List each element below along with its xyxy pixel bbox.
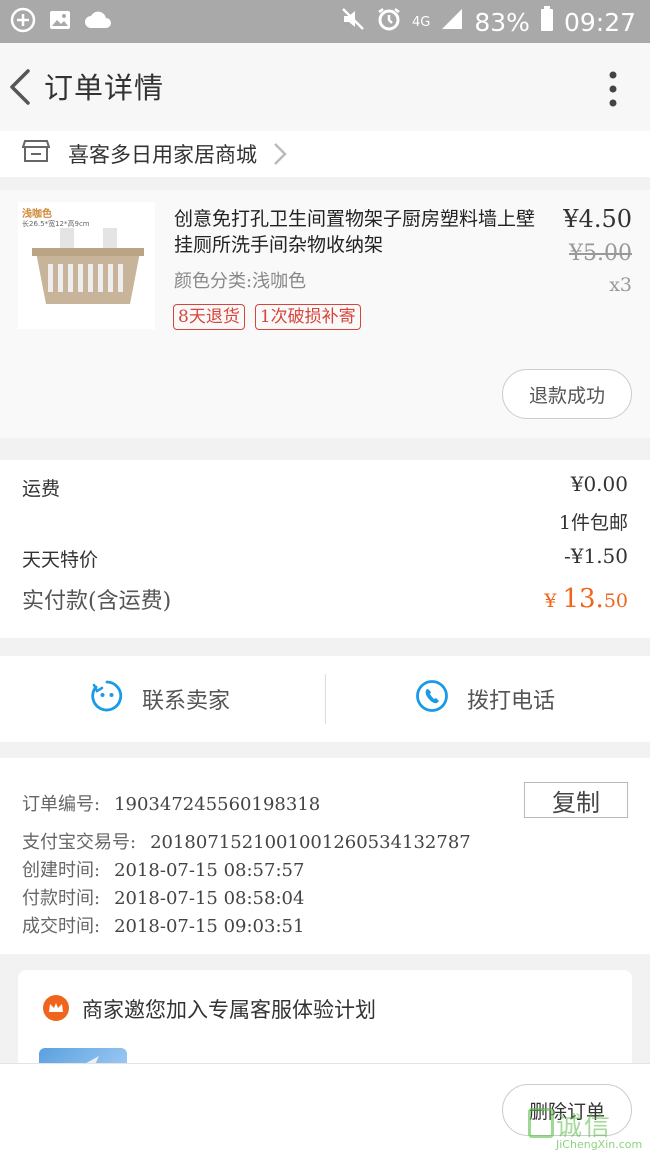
shelf-basket-image: [32, 228, 144, 304]
created-time: 2018-07-15 08:57:57: [114, 860, 305, 881]
back-arrow-icon[interactable]: [6, 65, 38, 109]
closed-label: 成交时间:: [22, 916, 101, 937]
chat-face-icon: [90, 679, 124, 719]
shop-name[interactable]: 喜客多日用家居商城: [68, 139, 257, 169]
shop-row[interactable]: 喜客多日用家居商城: [0, 131, 650, 177]
site-watermark: 诚信 JiChengXin.com: [526, 1104, 644, 1154]
total-integer: 13.: [562, 584, 604, 614]
product-title[interactable]: 创意免打孔卫生间置物架子厨房塑料墙上壁挂厕所洗手间杂物收纳架: [174, 206, 552, 258]
image-icon: [48, 8, 72, 36]
contact-divider: [325, 674, 326, 724]
clock: 09:27: [563, 7, 636, 37]
contact-seller-button[interactable]: 联系卖家: [90, 656, 230, 742]
paid-time: 2018-07-15 08:58:04: [114, 888, 305, 909]
watermark-subtext: JiChengXin.com: [556, 1138, 643, 1151]
product-quantity: x3: [609, 274, 632, 296]
tag-return[interactable]: 8天退货: [173, 304, 245, 330]
contact-bar: 联系卖家 拨打电话: [0, 656, 650, 742]
more-menu-icon[interactable]: [606, 69, 620, 109]
store-icon: [21, 137, 51, 169]
copy-button[interactable]: 复制: [524, 782, 628, 818]
refund-status-button[interactable]: 退款成功: [502, 369, 632, 419]
closed-time: 2018-07-15 09:03:51: [114, 916, 305, 937]
chevron-right-icon[interactable]: [272, 141, 288, 171]
add-circle-icon: [10, 7, 36, 37]
signal-icon: [440, 7, 464, 37]
contact-seller-label[interactable]: 联系卖家: [142, 683, 230, 715]
order-number-label: 订单编号:: [22, 794, 101, 815]
product-card[interactable]: 浅咖色 长26.5*宽12*高9cm 创意免打孔卫生间置物架子厨房塑料墙上壁挂厕…: [0, 190, 650, 438]
call-phone-label[interactable]: 拨打电话: [467, 683, 555, 715]
total-currency: ¥: [544, 590, 557, 612]
shipping-label: 运费: [22, 478, 61, 500]
created-label: 创建时间:: [22, 860, 101, 881]
fee-summary: 运费 ¥0.00 1件包邮 天天特价 -¥1.50 实付款(含运费) ¥ 13.…: [0, 460, 650, 638]
product-price: ¥4.50: [563, 205, 632, 233]
service-invite-text[interactable]: 商家邀您加入专属客服体验计划: [82, 994, 376, 1024]
discount-label: 天天特价: [22, 549, 99, 571]
created-row: 创建时间: 2018-07-15 08:57:57: [22, 856, 304, 882]
alipay-number[interactable]: 2018071521001001260534132787: [150, 832, 471, 853]
total-decimal: 50: [603, 590, 628, 612]
battery-percent: 83%: [474, 7, 530, 37]
tag-damage-reship[interactable]: 1次破损补寄: [254, 304, 361, 330]
cloud-icon: [84, 9, 112, 35]
original-price: ¥5.00: [569, 241, 632, 266]
paid-row: 付款时间: 2018-07-15 08:58:04: [22, 884, 304, 910]
watermark-logo-icon: [528, 1108, 554, 1138]
paid-label: 付款时间:: [22, 888, 101, 909]
product-thumbnail[interactable]: 浅咖色 长26.5*宽12*高9cm: [18, 202, 155, 329]
phone-icon: [415, 679, 449, 719]
crown-badge-icon: [42, 994, 70, 1026]
order-number[interactable]: 190347245560198318: [114, 794, 320, 815]
order-info: 订单编号: 190347245560198318 复制 支付宝交易号: 201807…: [0, 758, 650, 954]
shipping-value: ¥0.00: [570, 472, 628, 496]
product-spec: 颜色分类:浅咖色: [174, 271, 307, 292]
battery-icon: [540, 6, 554, 38]
mute-icon: [340, 6, 366, 38]
app-header: 订单详情: [0, 43, 650, 131]
shipping-note: 1件包邮: [558, 512, 628, 534]
order-number-row: 订单编号: 190347245560198318: [22, 790, 320, 816]
alarm-icon: [376, 6, 402, 38]
total-value: ¥ 13.50: [544, 584, 628, 614]
discount-value: -¥1.50: [563, 544, 628, 568]
call-phone-button[interactable]: 拨打电话: [415, 656, 555, 742]
service-tags: 8天退货 1次破损补寄: [173, 304, 361, 330]
status-bar: 4G 83% 09:27: [0, 0, 650, 43]
total-label: 实付款(含运费): [22, 589, 172, 614]
closed-row: 成交时间: 2018-07-15 09:03:51: [22, 912, 304, 938]
alipay-row: 支付宝交易号: 2018071521001001260534132787: [22, 828, 471, 854]
alipay-label: 支付宝交易号:: [22, 832, 137, 853]
network-type: 4G: [412, 14, 431, 30]
page-title: 订单详情: [44, 71, 165, 105]
